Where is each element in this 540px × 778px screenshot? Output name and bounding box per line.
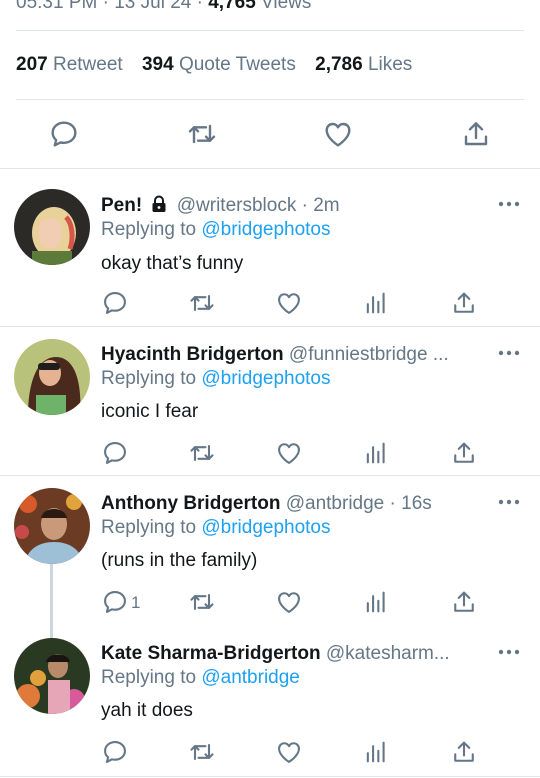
tweet-header: Pen! @writersblock · 2m — [101, 195, 492, 217]
retweets-count: 207 — [16, 54, 48, 75]
analytics-icon[interactable] — [362, 439, 390, 467]
replying-to-label: Replying to — [101, 368, 197, 389]
replying-to-label: Replying to — [101, 517, 197, 538]
mention-link[interactable]: @bridgephotos — [201, 368, 330, 389]
likes-label: Likes — [367, 54, 413, 75]
username[interactable]: @katesharm... — [326, 643, 450, 664]
retweet-icon[interactable] — [188, 738, 216, 766]
avatar[interactable] — [14, 638, 90, 714]
replying-to: Replying to @bridgephotos — [101, 517, 331, 539]
mention-link[interactable]: @antbridge — [201, 667, 300, 688]
replying-to-label: Replying to — [101, 667, 197, 688]
avatar[interactable] — [14, 488, 90, 564]
username[interactable]: @antbridge — [286, 493, 385, 514]
lock-icon — [152, 195, 166, 212]
reply-icon[interactable] — [101, 439, 129, 467]
tweet-meta: 05:31 PM · 13 Jul 24 · 4,765 Views — [16, 0, 311, 14]
reply-tweet[interactable]: Hyacinth Bridgerton @funniestbridge ... … — [0, 327, 540, 475]
display-name[interactable]: Kate Sharma-Bridgerton — [101, 643, 321, 664]
like-icon[interactable] — [275, 439, 303, 467]
retweets-label: Retweet — [52, 54, 123, 75]
tweet-header: Kate Sharma-Bridgerton @katesharm... — [101, 643, 492, 665]
timestamp[interactable]: · 2m — [302, 195, 340, 216]
analytics-icon[interactable] — [362, 588, 390, 616]
reply-tweet[interactable]: Pen! @writersblock · 2m Replying to @bri… — [0, 169, 540, 326]
share-icon[interactable] — [450, 738, 478, 766]
tweet-text: okay that’s funny — [101, 253, 244, 274]
timestamp[interactable]: · 16s — [390, 493, 432, 514]
likes-stat[interactable]: 2,786 Likes — [315, 54, 412, 75]
display-name[interactable]: Hyacinth Bridgerton — [101, 344, 284, 365]
views-count: 4,765 — [208, 0, 256, 13]
more-icon[interactable] — [498, 648, 520, 656]
quotes-stat[interactable]: 394 Quote Tweets — [142, 54, 301, 75]
replying-to: Replying to @bridgephotos — [101, 219, 331, 241]
quotes-count: 394 — [141, 54, 174, 75]
more-icon[interactable] — [498, 498, 520, 506]
tweet-header: Hyacinth Bridgerton @funniestbridge ... — [101, 344, 492, 366]
quotes-label: Quote Tweets — [178, 54, 296, 75]
like-icon[interactable] — [275, 588, 303, 616]
share-icon[interactable] — [450, 588, 478, 616]
tweet-text: (runs in the family) — [101, 550, 258, 571]
more-icon[interactable] — [498, 200, 520, 208]
retweet-icon[interactable] — [186, 118, 218, 150]
display-name[interactable]: Pen! — [101, 195, 142, 216]
mention-link[interactable]: @bridgephotos — [201, 219, 330, 240]
engagement-stats: 207 Retweet 394 Quote Tweets 2,786 Likes — [16, 54, 426, 76]
avatar[interactable] — [14, 189, 90, 265]
like-icon[interactable] — [275, 289, 303, 317]
like-icon[interactable] — [322, 118, 354, 150]
display-name[interactable]: Anthony Bridgerton — [101, 493, 280, 514]
share-icon[interactable] — [450, 439, 478, 467]
main-tweet-actions — [0, 112, 540, 156]
divider — [16, 30, 524, 31]
divider — [16, 99, 524, 100]
retweets-stat[interactable]: 207 Retweet — [16, 54, 128, 75]
divider — [0, 776, 540, 777]
analytics-icon[interactable] — [362, 289, 390, 317]
avatar[interactable] — [14, 339, 90, 415]
retweet-icon[interactable] — [188, 588, 216, 616]
replying-to: Replying to @bridgephotos — [101, 368, 331, 390]
reply-icon[interactable] — [48, 118, 80, 150]
username[interactable]: @writersblock — [177, 195, 297, 216]
tweet-header: Anthony Bridgerton @antbridge · 16s — [101, 493, 492, 515]
tweet-text: yah it does — [101, 700, 193, 721]
username[interactable]: @funniestbridge ... — [289, 344, 449, 365]
share-icon[interactable] — [450, 289, 478, 317]
views-label: Views — [261, 0, 312, 13]
reply-icon[interactable] — [101, 289, 129, 317]
reply-count: 1 — [131, 593, 141, 612]
analytics-icon[interactable] — [362, 738, 390, 766]
tweet-text: iconic I fear — [101, 401, 199, 422]
more-icon[interactable] — [498, 349, 520, 357]
replying-to: Replying to @antbridge — [101, 667, 300, 689]
like-icon[interactable] — [275, 738, 303, 766]
retweet-icon[interactable] — [188, 439, 216, 467]
share-icon[interactable] — [460, 118, 492, 150]
reply-icon[interactable] — [101, 738, 129, 766]
reply-tweet[interactable]: Kate Sharma-Bridgerton @katesharm... Rep… — [0, 626, 540, 774]
mention-link[interactable]: @bridgephotos — [201, 517, 330, 538]
tweet-timestamp: 05:31 PM · 13 Jul 24 · — [16, 0, 203, 13]
retweet-icon[interactable] — [188, 289, 216, 317]
likes-count: 2,786 — [315, 54, 363, 75]
reply-tweet[interactable]: Anthony Bridgerton @antbridge · 16s Repl… — [0, 476, 540, 626]
reply-icon[interactable] — [101, 588, 129, 616]
replying-to-label: Replying to — [101, 219, 197, 240]
